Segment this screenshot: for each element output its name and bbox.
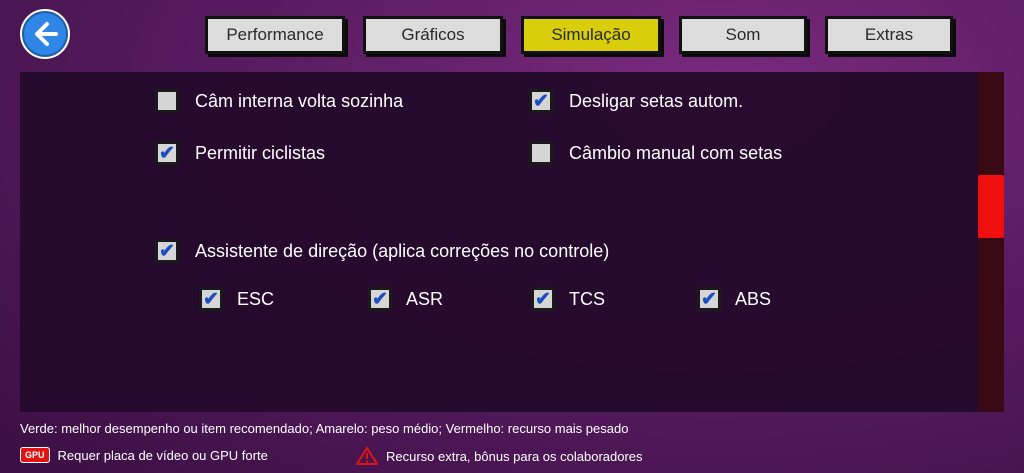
scrollbar-thumb[interactable] [978,175,1004,238]
checkmark-icon: ✔ [159,240,175,262]
checkmark-icon: ✔ [372,288,388,310]
checkbox-abs[interactable]: ✔ [697,287,721,311]
option-label: ABS [735,288,772,309]
tab-som[interactable]: Som [679,16,807,54]
option-label: TCS [569,288,605,309]
tab-extras[interactable]: Extras [825,16,953,54]
option-asr[interactable]: ✔ ASR [368,287,443,311]
checkbox-cambio-manual[interactable] [529,141,553,165]
extra-legend-text: Recurso extra, bônus para os colaborador… [386,448,643,464]
option-label: Assistente de direção (aplica correções … [195,240,610,261]
checkbox-asr[interactable]: ✔ [368,287,392,311]
checkbox-desligar-setas[interactable]: ✔ [529,89,553,113]
option-esc[interactable]: ✔ ESC [199,287,274,311]
checkmark-icon: ✔ [159,142,175,164]
gpu-icon: GPU [20,447,50,463]
option-assistente-direcao[interactable]: ✔ Assistente de direção (aplica correçõe… [155,239,609,263]
back-button[interactable] [20,9,70,59]
checkbox-permitir-ciclistas[interactable]: ✔ [155,141,179,165]
tab-performance[interactable]: Performance [205,16,345,54]
gpu-legend: GPU Requer placa de vídeo ou GPU forte [20,447,268,463]
option-label: Câmbio manual com setas [569,142,783,163]
tab-simulacao[interactable]: Simulação [521,16,661,54]
option-cambio-manual[interactable]: Câmbio manual com setas [529,141,782,165]
option-abs[interactable]: ✔ ABS [697,287,771,311]
color-legend-text: Verde: melhor desempenho ou item recomen… [20,421,629,436]
option-tcs[interactable]: ✔ TCS [531,287,605,311]
arrow-left-icon [35,22,58,46]
checkmark-icon: ✔ [701,288,717,310]
option-cam-interna[interactable]: Câm interna volta sozinha [155,89,403,113]
option-desligar-setas[interactable]: ✔ Desligar setas autom. [529,89,743,113]
option-label: ESC [237,288,275,309]
scrollbar-track[interactable] [978,72,1004,412]
option-label: ASR [406,288,444,309]
checkbox-tcs[interactable]: ✔ [531,287,555,311]
option-permitir-ciclistas[interactable]: ✔ Permitir ciclistas [155,141,325,165]
checkbox-cam-interna[interactable] [155,89,179,113]
gpu-legend-text: Requer placa de vídeo ou GPU forte [57,447,268,463]
checkbox-esc[interactable]: ✔ [199,287,223,311]
checkmark-icon: ✔ [533,90,549,112]
option-label: Câm interna volta sozinha [195,90,404,111]
option-label: Desligar setas autom. [569,90,744,111]
checkmark-icon: ✔ [535,288,551,310]
extra-legend: Recurso extra, bônus para os colaborador… [356,447,643,465]
option-label: Permitir ciclistas [195,142,326,163]
tab-graficos[interactable]: Gráficos [363,16,503,54]
tab-bar: Performance Gráficos Simulação Som Extra… [205,16,953,54]
checkmark-icon: ✔ [203,288,219,310]
warning-icon [356,447,378,465]
checkbox-assistente-direcao[interactable]: ✔ [155,239,179,263]
